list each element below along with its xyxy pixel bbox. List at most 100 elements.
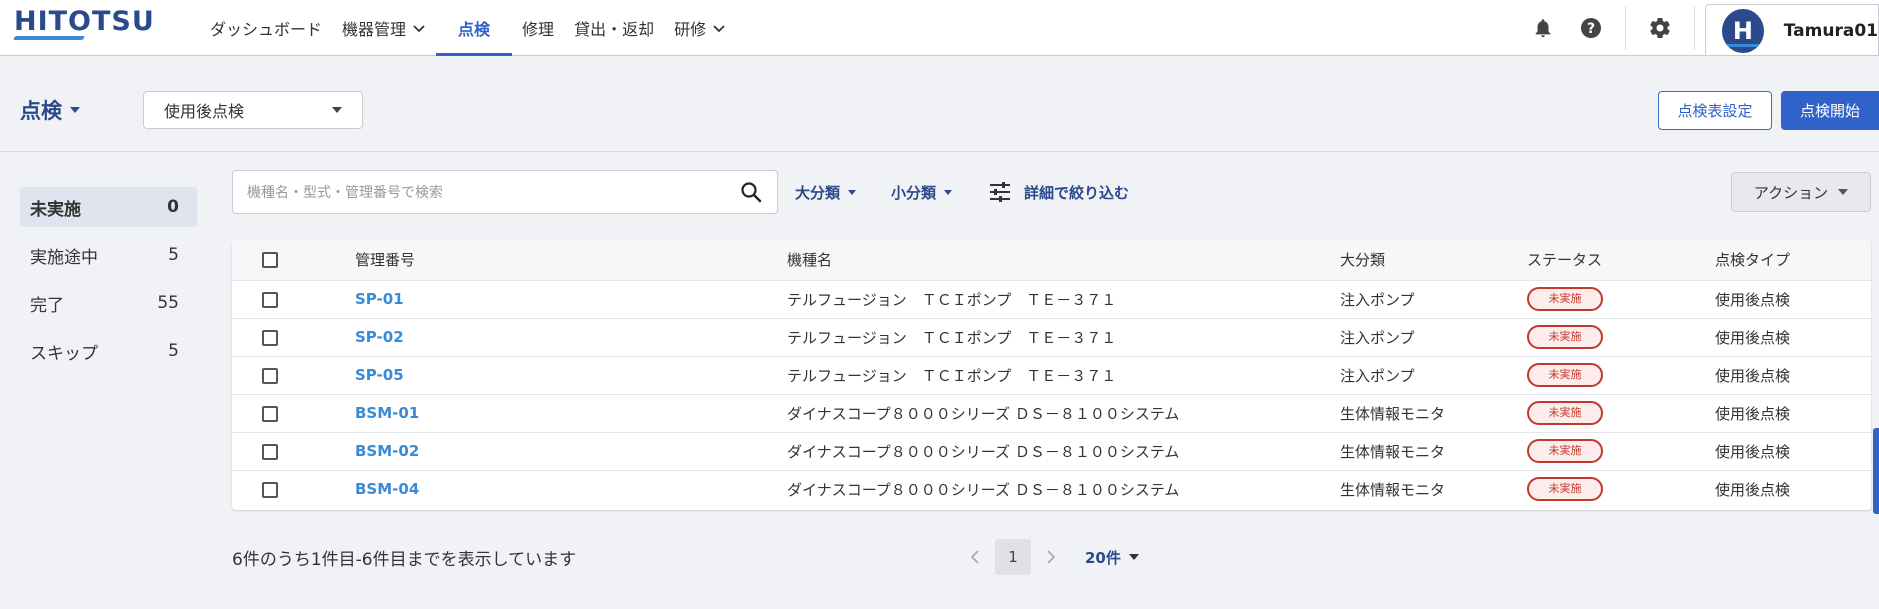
inspection-type: 使用後点検	[1715, 290, 1791, 309]
main-nav: ダッシュボード 機器管理 点検 修理 貸出・返却 研修	[200, 0, 736, 56]
search-input[interactable]: 機種名・型式・管理番号で検索	[232, 170, 778, 214]
category: 生体情報モニタ	[1340, 480, 1446, 499]
row-checkbox[interactable]	[262, 291, 278, 308]
row-checkbox[interactable]	[262, 481, 278, 498]
caret-down-icon	[1838, 189, 1849, 195]
model-name: ダイナスコープ８０００シリーズ ＤＳ－８１００システム	[787, 404, 1180, 423]
sidebar-item-label: スキップ	[30, 343, 98, 364]
settings-button[interactable]	[1636, 0, 1684, 56]
page-title: 点検	[20, 99, 62, 123]
row-checkbox[interactable]	[262, 367, 278, 384]
caret-down-icon	[70, 107, 80, 113]
management-number-link[interactable]: SP-05	[355, 366, 404, 384]
row-checkbox[interactable]	[262, 329, 278, 346]
status-badge: 未実施	[1527, 477, 1603, 502]
column-header[interactable]: 機種名	[787, 240, 1340, 280]
nav-label: ダッシュボード	[210, 20, 323, 39]
category: 生体情報モニタ	[1340, 404, 1446, 423]
filter-minor-category[interactable]: 小分類	[891, 170, 953, 214]
logo[interactable]: HITOTSU	[14, 6, 155, 37]
filter-detail-button[interactable]: 詳細で絞り込む	[988, 170, 1129, 214]
chevron-left-icon	[970, 550, 979, 564]
sidebar-item-count: 0	[167, 197, 179, 217]
sidebar-item-count: 55	[157, 293, 179, 313]
next-page-button[interactable]	[1031, 538, 1071, 576]
help-icon: ?	[1581, 18, 1601, 38]
management-number-link[interactable]: SP-02	[355, 328, 404, 346]
model-name: ダイナスコープ８０００シリーズ ＤＳ－８１００システム	[787, 480, 1180, 499]
caret-down-icon	[1128, 554, 1139, 560]
sidebar-item-skipped[interactable]: スキップ 5	[20, 331, 197, 371]
management-number-link[interactable]: BSM-01	[355, 404, 419, 422]
inspection-type: 使用後点検	[1715, 366, 1791, 385]
table-row[interactable]: SP-02 テルフュージョン ＴＣＩポンプ ＴＥ－３７１ 注入ポンプ 未実施 使…	[232, 318, 1871, 356]
management-number-link[interactable]: BSM-02	[355, 442, 419, 460]
table-row[interactable]: BSM-04 ダイナスコープ８０００シリーズ ＤＳ－８１００システム 生体情報モ…	[232, 470, 1871, 508]
action-label: アクション	[1753, 183, 1829, 202]
logo-underline	[12, 36, 86, 40]
management-number-link[interactable]: SP-01	[355, 290, 404, 308]
search-icon[interactable]	[739, 180, 763, 204]
page-title-dropdown[interactable]: 点検	[20, 95, 80, 125]
nav-training[interactable]: 研修	[664, 0, 736, 56]
sidebar-item-label: 未実施	[30, 199, 81, 220]
nav-equipment[interactable]: 機器管理	[332, 0, 436, 56]
notifications-button[interactable]	[1519, 0, 1567, 56]
column-header[interactable]: ステータス	[1527, 240, 1715, 280]
avatar: H	[1722, 8, 1764, 53]
page-number-current[interactable]: 1	[995, 539, 1031, 575]
status-badge: 未実施	[1527, 325, 1603, 349]
inspection-type: 使用後点検	[1715, 404, 1791, 423]
status-badge: 未実施	[1527, 401, 1603, 425]
nav-label: 機器管理	[342, 20, 407, 39]
nav-lending[interactable]: 貸出・返却	[564, 0, 664, 56]
inspection-type: 使用後点検	[1715, 442, 1791, 461]
inspection-type-value: 使用後点検	[164, 102, 245, 121]
status-badge: 未実施	[1527, 439, 1603, 463]
nav-label: 研修	[674, 20, 707, 39]
column-header[interactable]: 管理番号	[355, 240, 787, 280]
sidebar-item-label: 実施途中	[30, 247, 98, 268]
sidebar-item-count: 5	[168, 245, 179, 265]
column-header[interactable]: 点検タイプ	[1715, 240, 1871, 280]
status-sidebar: 未実施 0 実施途中 5 完了 55 スキップ 5	[20, 187, 197, 379]
help-button[interactable]: ?	[1567, 0, 1615, 56]
status-badge: 未実施	[1527, 363, 1603, 387]
row-checkbox[interactable]	[262, 405, 278, 422]
side-scroll-handle[interactable]	[1873, 428, 1879, 514]
filter-label: 詳細で絞り込む	[1024, 183, 1130, 202]
row-checkbox[interactable]	[262, 443, 278, 460]
top-header: HITOTSU ダッシュボード 機器管理 点検 修理 貸出・返却 研修 ? H …	[0, 0, 1879, 56]
table-row[interactable]: BSM-02 ダイナスコープ８０００シリーズ ＤＳ－８１００システム 生体情報モ…	[232, 432, 1871, 470]
user-menu[interactable]: H Tamura01	[1705, 4, 1879, 56]
sidebar-item-label: 完了	[30, 295, 64, 316]
per-page-select[interactable]: 20件	[1085, 547, 1139, 568]
nav-repair[interactable]: 修理	[512, 0, 564, 56]
username: Tamura01	[1783, 20, 1878, 41]
checklist-settings-button[interactable]: 点検表設定	[1658, 91, 1772, 130]
bell-icon	[1535, 19, 1551, 38]
action-menu-button[interactable]: アクション	[1731, 172, 1871, 212]
filter-major-category[interactable]: 大分類	[795, 170, 857, 214]
pagination: 1 20件	[955, 538, 1139, 576]
model-name: テルフュージョン ＴＣＩポンプ ＴＥ－３７１	[787, 366, 1117, 385]
table-row[interactable]: SP-01 テルフュージョン ＴＣＩポンプ ＴＥ－３７１ 注入ポンプ 未実施 使…	[232, 280, 1871, 318]
inspection-type-select[interactable]: 使用後点検	[143, 91, 363, 129]
sidebar-item-completed[interactable]: 完了 55	[20, 283, 197, 323]
sidebar-item-in-progress[interactable]: 実施途中 5	[20, 235, 197, 275]
table-row[interactable]: BSM-01 ダイナスコープ８０００シリーズ ＤＳ－８１００システム 生体情報モ…	[232, 394, 1871, 432]
nav-label: 貸出・返却	[574, 20, 655, 39]
management-number-link[interactable]: BSM-04	[355, 480, 419, 498]
header-actions: ? H Tamura01	[1519, 0, 1879, 56]
status-badge: 未実施	[1527, 287, 1603, 311]
select-all-checkbox[interactable]	[262, 252, 278, 269]
nav-dashboard[interactable]: ダッシュボード	[200, 0, 332, 56]
table-row[interactable]: SP-05 テルフュージョン ＴＣＩポンプ ＴＥ－３７１ 注入ポンプ 未実施 使…	[232, 356, 1871, 394]
prev-page-button[interactable]	[955, 538, 995, 576]
search-placeholder: 機種名・型式・管理番号で検索	[247, 185, 443, 201]
nav-inspection[interactable]: 点検	[436, 0, 513, 56]
filter-label: 小分類	[891, 183, 937, 202]
sidebar-item-not-started[interactable]: 未実施 0	[20, 187, 197, 227]
start-inspection-button[interactable]: 点検開始	[1781, 91, 1879, 130]
column-header[interactable]: 大分類	[1340, 240, 1527, 280]
